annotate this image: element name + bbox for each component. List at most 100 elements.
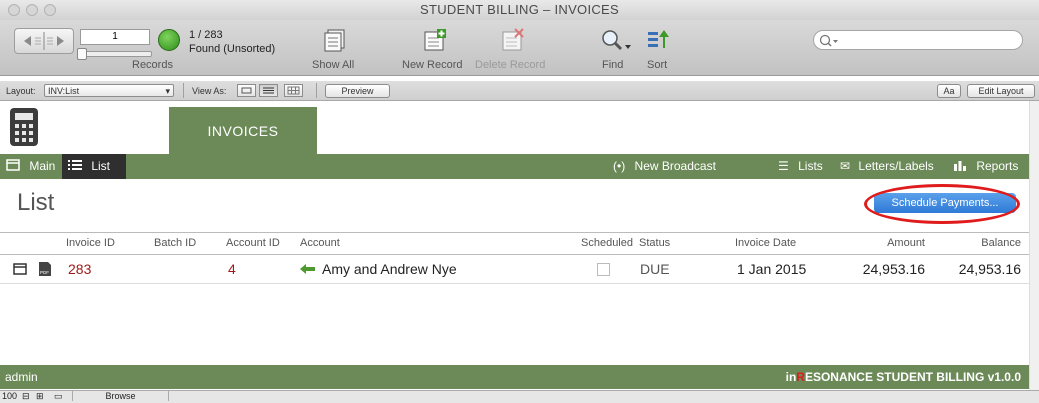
table-view-button[interactable] bbox=[284, 84, 303, 97]
header-invoice-id[interactable]: Invoice ID bbox=[66, 237, 115, 249]
cell-amount: 24,953.16 bbox=[862, 261, 925, 277]
find-magnifier-icon[interactable] bbox=[600, 28, 632, 52]
delete-record-icon bbox=[502, 28, 524, 51]
nav-list[interactable]: List bbox=[62, 154, 126, 179]
zoom-out-icon[interactable]: ⊟ bbox=[22, 391, 30, 402]
brand-r: R bbox=[796, 370, 805, 384]
minimize-window-button[interactable] bbox=[26, 4, 38, 16]
cell-invoice-id[interactable]: 283 bbox=[68, 261, 91, 277]
sort-button[interactable]: Sort bbox=[647, 59, 667, 71]
record-slider-knob[interactable] bbox=[77, 48, 87, 60]
zoom-in-icon[interactable]: ⊞ bbox=[36, 391, 44, 402]
tab-invoices[interactable]: INVOICES bbox=[169, 107, 317, 155]
nav-new-broadcast-label: New Broadcast bbox=[634, 159, 716, 173]
header-status[interactable]: Status bbox=[639, 237, 670, 249]
lists-icon: ☰ bbox=[778, 159, 789, 173]
nav-main-label: Main bbox=[29, 159, 56, 173]
table-row[interactable]: PDF 283 4 Amy and Andrew Nye DUE 1 Jan 2… bbox=[0, 255, 1029, 284]
window-status-bar: 100 ⊟ ⊞ ▭ Browse bbox=[0, 390, 1039, 403]
mode-popup[interactable]: Browse bbox=[72, 391, 169, 401]
header-account[interactable]: Account bbox=[300, 237, 340, 249]
show-all-icon[interactable] bbox=[322, 28, 348, 52]
current-user: admin bbox=[5, 370, 38, 384]
open-record-icon[interactable] bbox=[13, 263, 27, 275]
new-record-button[interactable]: New Record bbox=[402, 59, 463, 71]
toggle-status-toolbar-icon[interactable]: ▭ bbox=[54, 391, 63, 402]
table-header: Invoice ID Batch ID Account ID Account S… bbox=[0, 232, 1029, 255]
highlight-annotation-oval bbox=[864, 184, 1020, 224]
nav-new-broadcast[interactable]: (•) New Broadcast bbox=[613, 154, 716, 179]
preview-button[interactable]: Preview bbox=[325, 84, 390, 98]
nav-lists[interactable]: ☰ Lists bbox=[778, 154, 823, 179]
header-invoice-date[interactable]: Invoice Date bbox=[735, 237, 796, 249]
previous-record-icon bbox=[24, 36, 31, 46]
zoom-window-button[interactable] bbox=[44, 4, 56, 16]
window-icon bbox=[6, 159, 20, 171]
window-title-bar: STUDENT BILLING – INVOICES bbox=[0, 0, 1039, 20]
record-slider[interactable] bbox=[77, 48, 152, 60]
new-record-icon[interactable] bbox=[422, 28, 448, 52]
search-icon bbox=[819, 34, 838, 47]
go-to-account-arrow-icon[interactable] bbox=[300, 264, 316, 274]
nav-letters-labels[interactable]: ✉ Letters/Labels bbox=[840, 154, 934, 179]
vertical-scrollbar[interactable] bbox=[1029, 101, 1039, 390]
header-account-id[interactable]: Account ID bbox=[226, 237, 280, 249]
next-record-icon bbox=[57, 36, 64, 46]
envelope-icon: ✉ bbox=[840, 159, 851, 173]
chevron-down-icon: ▾ bbox=[165, 86, 170, 96]
status-toolbar: 1 / 283 Found (Unsorted) Records Show Al… bbox=[0, 20, 1039, 76]
brand-prefix: in bbox=[785, 370, 797, 384]
found-set-pie-icon bbox=[158, 29, 180, 51]
view-as-label: View As: bbox=[192, 86, 227, 96]
layout-dropdown[interactable]: INV:List ▾ bbox=[44, 84, 174, 97]
nav-reports[interactable]: Reports bbox=[953, 154, 1018, 179]
header-amount[interactable]: Amount bbox=[887, 237, 925, 249]
svg-text:PDF: PDF bbox=[40, 270, 49, 275]
sort-icon[interactable] bbox=[646, 28, 672, 52]
show-all-button[interactable]: Show All bbox=[312, 59, 354, 71]
current-record-input[interactable] bbox=[80, 29, 150, 45]
nav-list-label: List bbox=[91, 159, 111, 173]
table-view-icon bbox=[287, 86, 300, 95]
found-status: Found (Unsorted) bbox=[189, 43, 276, 55]
list-view-icon bbox=[263, 87, 274, 94]
calculator-icon bbox=[10, 108, 38, 146]
header-batch-id[interactable]: Batch ID bbox=[154, 237, 196, 249]
zoom-level[interactable]: 100 bbox=[2, 391, 17, 401]
edit-layout-button[interactable]: Edit Layout bbox=[967, 84, 1035, 98]
divider bbox=[183, 83, 184, 98]
layout-bar: Layout: INV:List ▾ View As: Preview Aa E… bbox=[0, 81, 1039, 101]
record-count-value: 1 / 283 bbox=[189, 29, 223, 41]
record-navigator[interactable] bbox=[14, 28, 74, 54]
form-view-button[interactable] bbox=[237, 84, 256, 97]
layout-label: Layout: bbox=[6, 86, 36, 96]
divider bbox=[316, 83, 317, 98]
layout-content: INVOICES Main List (•) New Broadcast ☰ L… bbox=[0, 101, 1029, 390]
records-label: Records bbox=[132, 59, 173, 71]
nav-main[interactable]: Main bbox=[0, 154, 62, 179]
form-view-icon bbox=[241, 87, 252, 94]
quick-find-search-field[interactable] bbox=[813, 30, 1023, 50]
find-button[interactable]: Find bbox=[602, 59, 623, 71]
header-balance[interactable]: Balance bbox=[981, 237, 1021, 249]
scheduled-checkbox[interactable] bbox=[597, 263, 610, 276]
cell-account[interactable]: Amy and Andrew Nye bbox=[322, 261, 457, 277]
footer-bar: admin inRESONANCE STUDENT BILLING v1.0.0 bbox=[0, 365, 1029, 389]
brand-rest: ESONANCE STUDENT BILLING v1.0.0 bbox=[804, 370, 1021, 384]
layout-dropdown-value: INV:List bbox=[48, 86, 80, 96]
close-window-button[interactable] bbox=[8, 4, 20, 16]
cell-status: DUE bbox=[640, 261, 670, 277]
nav-letters-labels-label: Letters/Labels bbox=[858, 159, 934, 173]
broadcast-icon: (•) bbox=[613, 159, 626, 173]
page-title: List bbox=[17, 189, 55, 216]
cell-account-id[interactable]: 4 bbox=[228, 261, 236, 277]
window-title: STUDENT BILLING – INVOICES bbox=[420, 2, 619, 17]
cell-invoice-date: 1 Jan 2015 bbox=[737, 261, 807, 277]
header-scheduled[interactable]: Scheduled bbox=[581, 237, 633, 249]
pdf-icon[interactable]: PDF bbox=[38, 261, 52, 277]
list-view-button[interactable] bbox=[259, 84, 278, 97]
text-formatting-button[interactable]: Aa bbox=[937, 84, 961, 98]
book-icon bbox=[24, 32, 64, 50]
cell-balance: 24,953.16 bbox=[958, 261, 1021, 277]
nav-reports-label: Reports bbox=[976, 159, 1019, 173]
